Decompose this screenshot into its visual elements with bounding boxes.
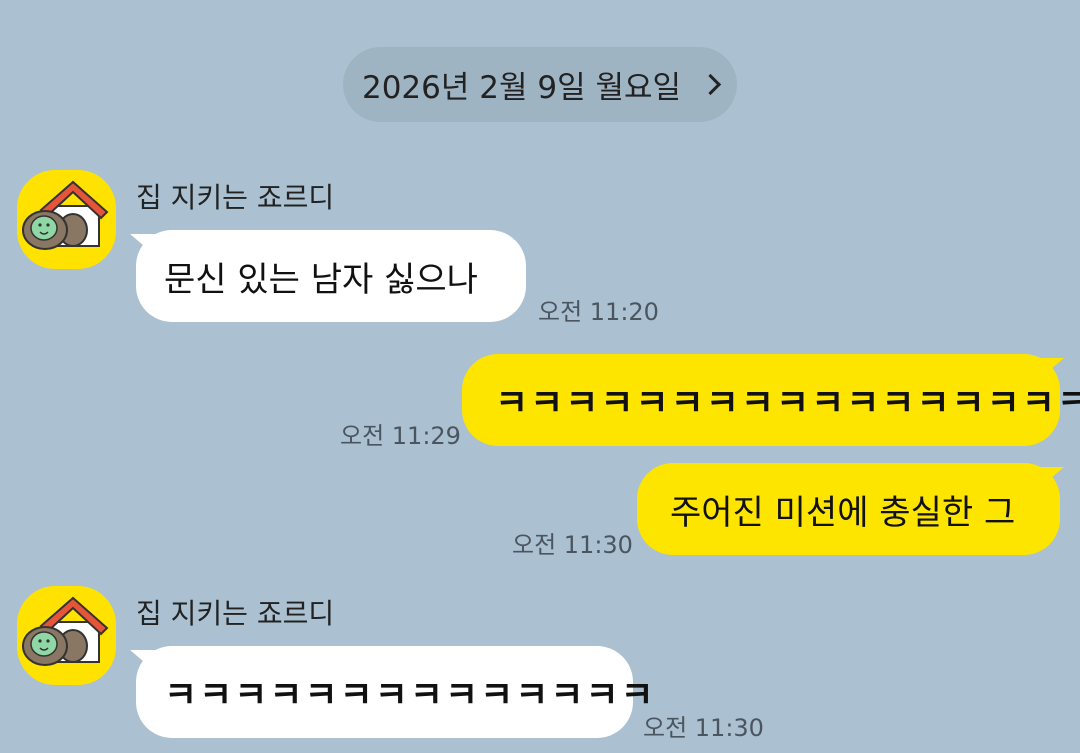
sender-avatar[interactable]	[17, 170, 116, 269]
message-text: 주어진 미션에 충실한 그	[670, 492, 1016, 533]
message-text: 문신 있는 남자 싫으나	[164, 259, 478, 300]
message-time: 오전 11:29	[340, 422, 461, 450]
message-bubble-outgoing[interactable]: ㅋㅋㅋㅋㅋㅋㅋㅋㅋㅋㅋㅋㅋㅋㅋㅋㅋ	[462, 354, 1080, 446]
date-header-pill[interactable]: 2026년 2월 9일 월요일	[343, 47, 737, 122]
message-time: 오전 11:20	[538, 298, 659, 326]
message-bubble-incoming[interactable]: ㅋㅋㅋㅋㅋㅋㅋㅋㅋㅋㅋㅋㅋㅋ	[136, 646, 654, 738]
message-time: 오전 11:30	[512, 531, 633, 559]
message-text: ㅋㅋㅋㅋㅋㅋㅋㅋㅋㅋㅋㅋㅋㅋ	[164, 675, 656, 716]
message-text: ㅋㅋㅋㅋㅋㅋㅋㅋㅋㅋㅋㅋㅋㅋㅋㅋㅋ	[495, 383, 1080, 424]
message-bubble-incoming[interactable]: 문신 있는 남자 싫으나	[136, 230, 526, 322]
sender-name: 집 지키는 죠르디	[136, 181, 335, 214]
jordy-doghouse-icon	[22, 180, 109, 250]
message-time: 오전 11:30	[643, 714, 764, 742]
sender-name: 집 지키는 죠르디	[136, 597, 335, 630]
date-header-label: 2026년 2월 9일 월요일	[361, 70, 682, 106]
jordy-doghouse-icon	[22, 596, 109, 666]
chevron-right-icon	[699, 73, 722, 96]
message-bubble-outgoing[interactable]: 주어진 미션에 충실한 그	[637, 463, 1060, 555]
sender-avatar[interactable]	[17, 586, 116, 685]
